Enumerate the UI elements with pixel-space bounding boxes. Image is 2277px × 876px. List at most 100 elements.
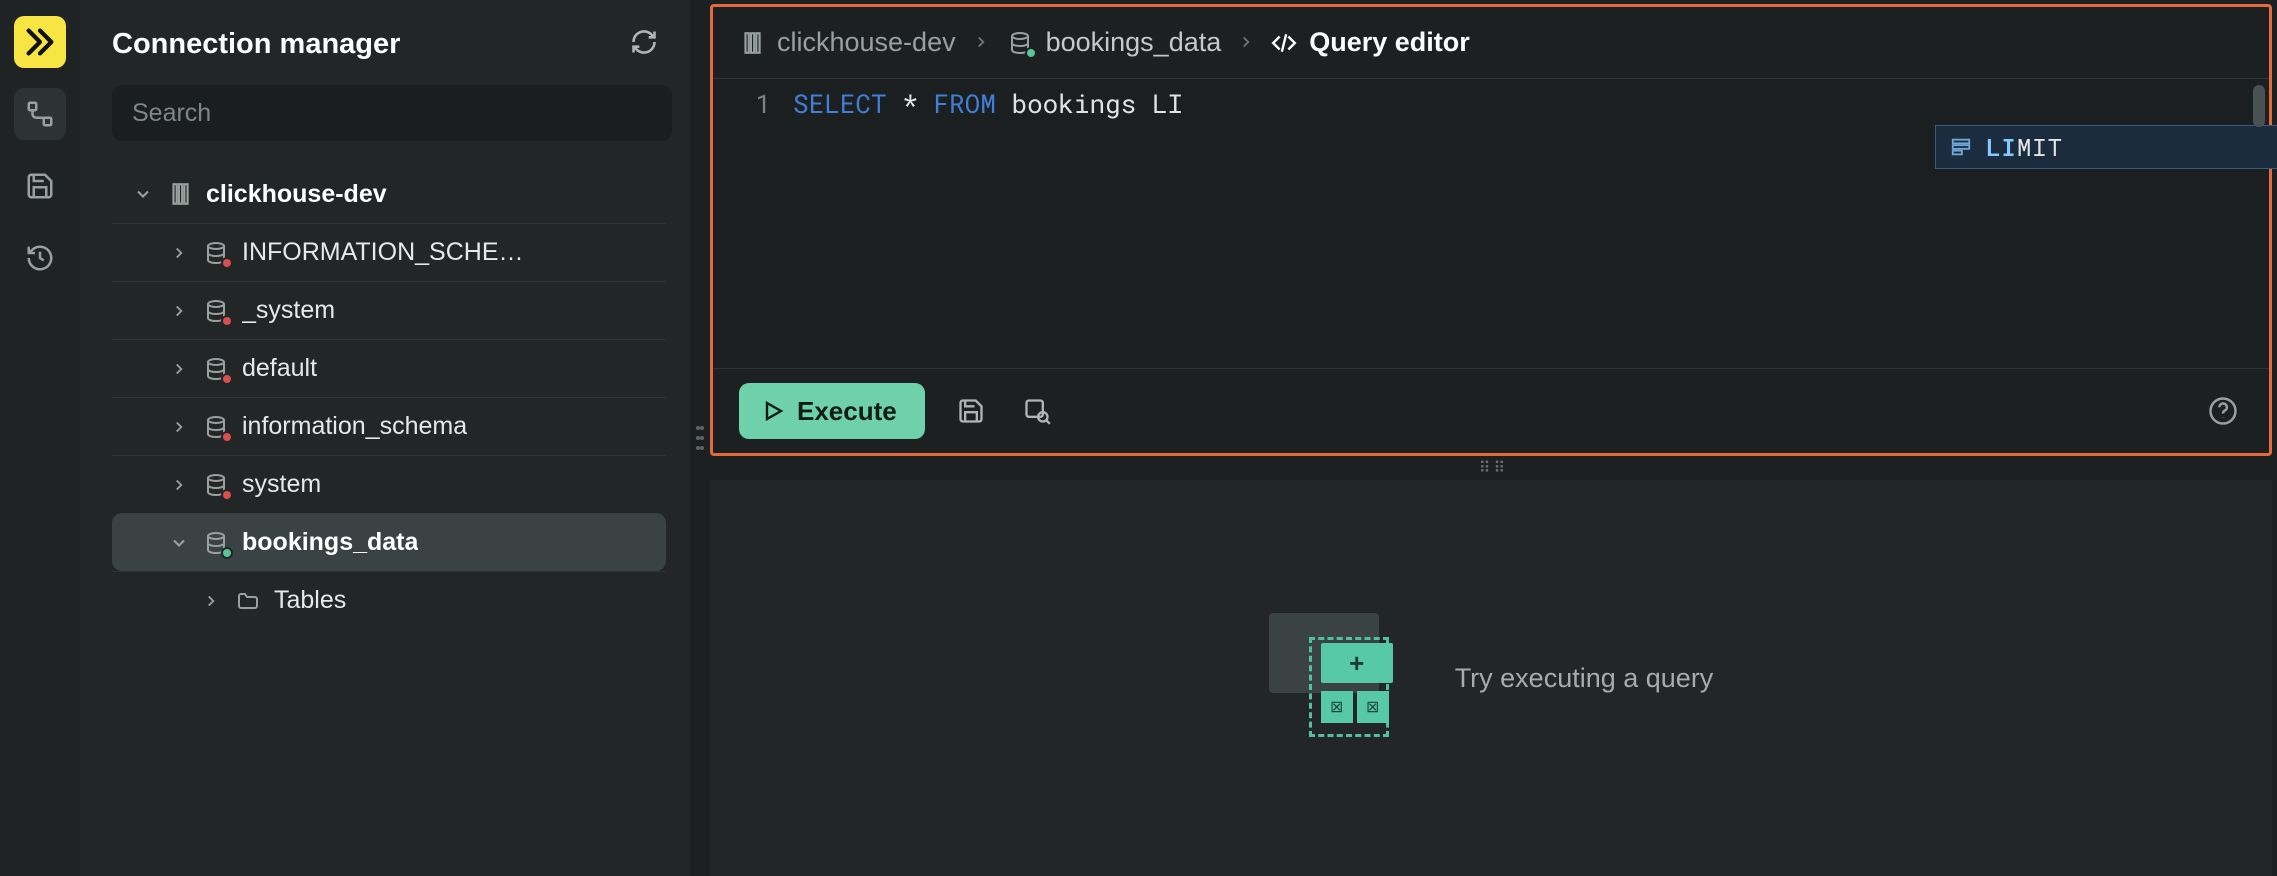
collapse-toggle[interactable] — [168, 244, 190, 262]
icon-rail — [0, 0, 80, 876]
search-query-button[interactable] — [1017, 391, 1057, 431]
collapse-toggle[interactable] — [200, 592, 222, 610]
code-icon — [1271, 30, 1297, 56]
vertical-resize-handle[interactable]: ⠿⠿ — [710, 456, 2277, 480]
editor-scrollbar[interactable] — [2253, 85, 2265, 127]
server-icon — [166, 180, 194, 208]
database-icon — [1006, 29, 1034, 57]
tree-db-row[interactable]: default — [112, 339, 666, 397]
app-logo — [14, 16, 66, 68]
history-icon — [25, 243, 55, 273]
play-icon — [761, 399, 785, 423]
refresh-button[interactable] — [630, 28, 658, 61]
tables-label: Tables — [274, 586, 346, 615]
db-name: system — [242, 470, 321, 499]
breadcrumb-page: Query editor — [1271, 27, 1470, 58]
db-name: information_schema — [242, 412, 467, 441]
db-name: _system — [242, 296, 335, 325]
collapse-toggle[interactable] — [168, 418, 190, 436]
help-icon — [2208, 396, 2238, 426]
grip-icon — [695, 423, 705, 453]
save-icon — [957, 397, 985, 425]
chevron-right-icon — [170, 418, 188, 436]
keyword-icon — [1950, 136, 1972, 158]
status-dot — [221, 315, 233, 327]
breadcrumb-database-label: bookings_data — [1046, 27, 1222, 58]
save-icon — [25, 171, 55, 201]
tree-tables-row[interactable]: Tables — [112, 571, 666, 629]
tree-icon — [25, 99, 55, 129]
search-input[interactable] — [112, 85, 672, 141]
status-dot — [221, 431, 233, 443]
sidebar: Connection manager clickhouse-dev — [80, 0, 690, 876]
token-from: FROM — [933, 87, 995, 121]
tree-db-row[interactable]: _system — [112, 281, 666, 339]
breadcrumb-connection[interactable]: clickhouse-dev — [739, 27, 956, 58]
collapse-toggle[interactable] — [168, 302, 190, 320]
code-text: SELECT * FROM bookings LI — [793, 87, 1183, 121]
folder-icon — [234, 587, 262, 615]
breadcrumb: clickhouse-dev bookings_data Query edito… — [713, 7, 2269, 78]
collapse-toggle[interactable] — [132, 184, 154, 204]
save-query-button[interactable] — [951, 391, 991, 431]
results-pane: + ⊠⊠ Try executing a query — [710, 480, 2272, 876]
server-icon — [739, 30, 765, 56]
db-name: default — [242, 354, 317, 383]
image-search-icon — [1023, 397, 1051, 425]
results-placeholder-text: Try executing a query — [1455, 663, 1714, 694]
breadcrumb-separator — [972, 27, 990, 58]
breadcrumb-separator — [1237, 27, 1255, 58]
chevron-right-icon — [170, 476, 188, 494]
token-star: * — [887, 87, 934, 121]
database-icon — [202, 471, 230, 499]
code-editor[interactable]: 1 SELECT * FROM bookings LI LIMIT Keywor… — [713, 78, 2269, 368]
chevron-down-icon — [169, 533, 189, 553]
autocomplete-word: LIMIT — [1986, 131, 2063, 163]
autocomplete-rest: MIT — [2017, 131, 2063, 163]
results-placeholder-illustration: + ⊠⊠ — [1269, 613, 1399, 743]
collapse-toggle[interactable] — [168, 360, 190, 378]
chevron-right-icon — [170, 360, 188, 378]
breadcrumb-database[interactable]: bookings_data — [1006, 27, 1222, 58]
chevron-right-icon — [170, 244, 188, 262]
nav-saved[interactable] — [14, 160, 66, 212]
nav-connections[interactable] — [14, 88, 66, 140]
database-icon — [202, 529, 230, 557]
main-pane: clickhouse-dev bookings_data Query edito… — [710, 0, 2277, 876]
breadcrumb-connection-label: clickhouse-dev — [777, 27, 956, 58]
code-line: 1 SELECT * FROM bookings LI — [713, 79, 2269, 121]
chevron-right-icon — [170, 302, 188, 320]
autocomplete-typed: LI — [1986, 131, 2017, 163]
chevron-right-icon — [1237, 33, 1255, 51]
database-icon — [202, 297, 230, 325]
collapse-toggle[interactable] — [168, 533, 190, 553]
database-icon — [202, 239, 230, 267]
query-editor-pane: clickhouse-dev bookings_data Query edito… — [710, 4, 2272, 456]
logo-icon — [23, 25, 57, 59]
tree-connection-row[interactable]: clickhouse-dev — [112, 165, 666, 223]
collapse-toggle[interactable] — [168, 476, 190, 494]
token-rest: bookings LI — [996, 87, 1183, 121]
status-dot — [1025, 47, 1037, 59]
execute-label: Execute — [797, 396, 897, 427]
tree-db-row[interactable]: system — [112, 455, 666, 513]
horizontal-resize-handle[interactable] — [690, 0, 710, 876]
database-icon — [202, 355, 230, 383]
connection-name: clickhouse-dev — [206, 180, 387, 209]
editor-toolbar: Execute — [713, 368, 2269, 453]
status-dot — [221, 547, 233, 559]
connection-tree: clickhouse-dev INFORMATION_SCHE… _system — [112, 165, 666, 629]
execute-button[interactable]: Execute — [739, 383, 925, 439]
tree-db-row[interactable]: INFORMATION_SCHE… — [112, 223, 666, 281]
tree-db-row[interactable]: information_schema — [112, 397, 666, 455]
autocomplete-popup[interactable]: LIMIT Keyword — [1935, 125, 2277, 169]
chevron-down-icon — [133, 184, 153, 204]
token-select: SELECT — [793, 87, 887, 121]
breadcrumb-page-label: Query editor — [1309, 27, 1470, 58]
help-button[interactable] — [2203, 391, 2243, 431]
nav-history[interactable] — [14, 232, 66, 284]
status-dot — [221, 373, 233, 385]
status-dot — [221, 257, 233, 269]
chevron-right-icon — [202, 592, 220, 610]
tree-db-row-active[interactable]: bookings_data — [112, 513, 666, 571]
